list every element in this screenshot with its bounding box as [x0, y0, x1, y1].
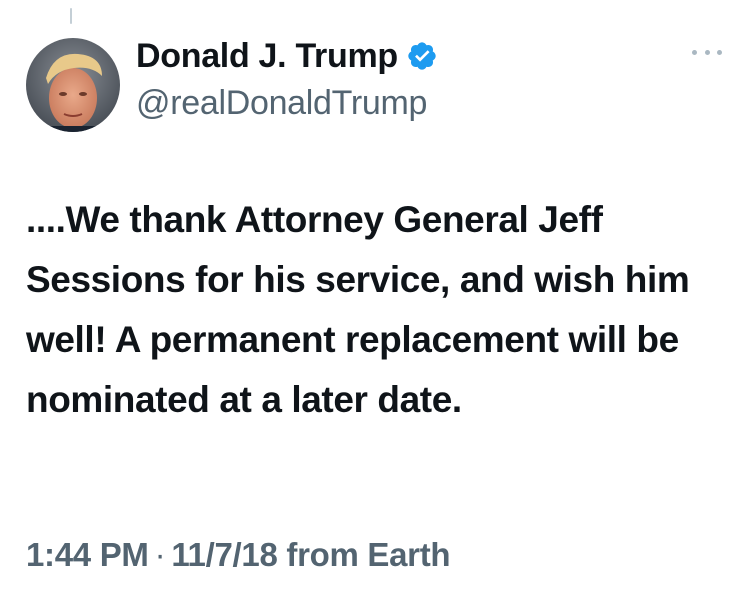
more-options-icon[interactable] — [692, 44, 722, 60]
author-handle[interactable]: @realDonaldTrump — [136, 84, 427, 123]
more-dot — [717, 49, 722, 55]
author-name-row[interactable]: Donald J. Trump — [136, 34, 438, 78]
tweet-metadata: 1:44 PM · 11/7/18 from Earth — [26, 536, 451, 574]
avatar[interactable] — [26, 38, 120, 132]
tweet-time[interactable]: 1:44 PM — [26, 536, 149, 573]
avatar-image — [26, 38, 120, 132]
tweet-date[interactable]: 11/7/18 — [171, 536, 277, 573]
tweet-text: ....We thank Attorney General Jeff Sessi… — [26, 199, 690, 420]
more-dot — [692, 49, 697, 55]
author-display-name[interactable]: Donald J. Trump — [136, 37, 398, 76]
verified-badge-icon — [408, 42, 436, 70]
more-dot — [704, 49, 710, 55]
tweet-card: Donald J. Trump @realDonaldTrump ....We … — [0, 0, 750, 595]
meta-separator: · — [154, 536, 166, 573]
thread-connector-line — [70, 8, 72, 24]
tweet-source: from Earth — [286, 536, 451, 573]
